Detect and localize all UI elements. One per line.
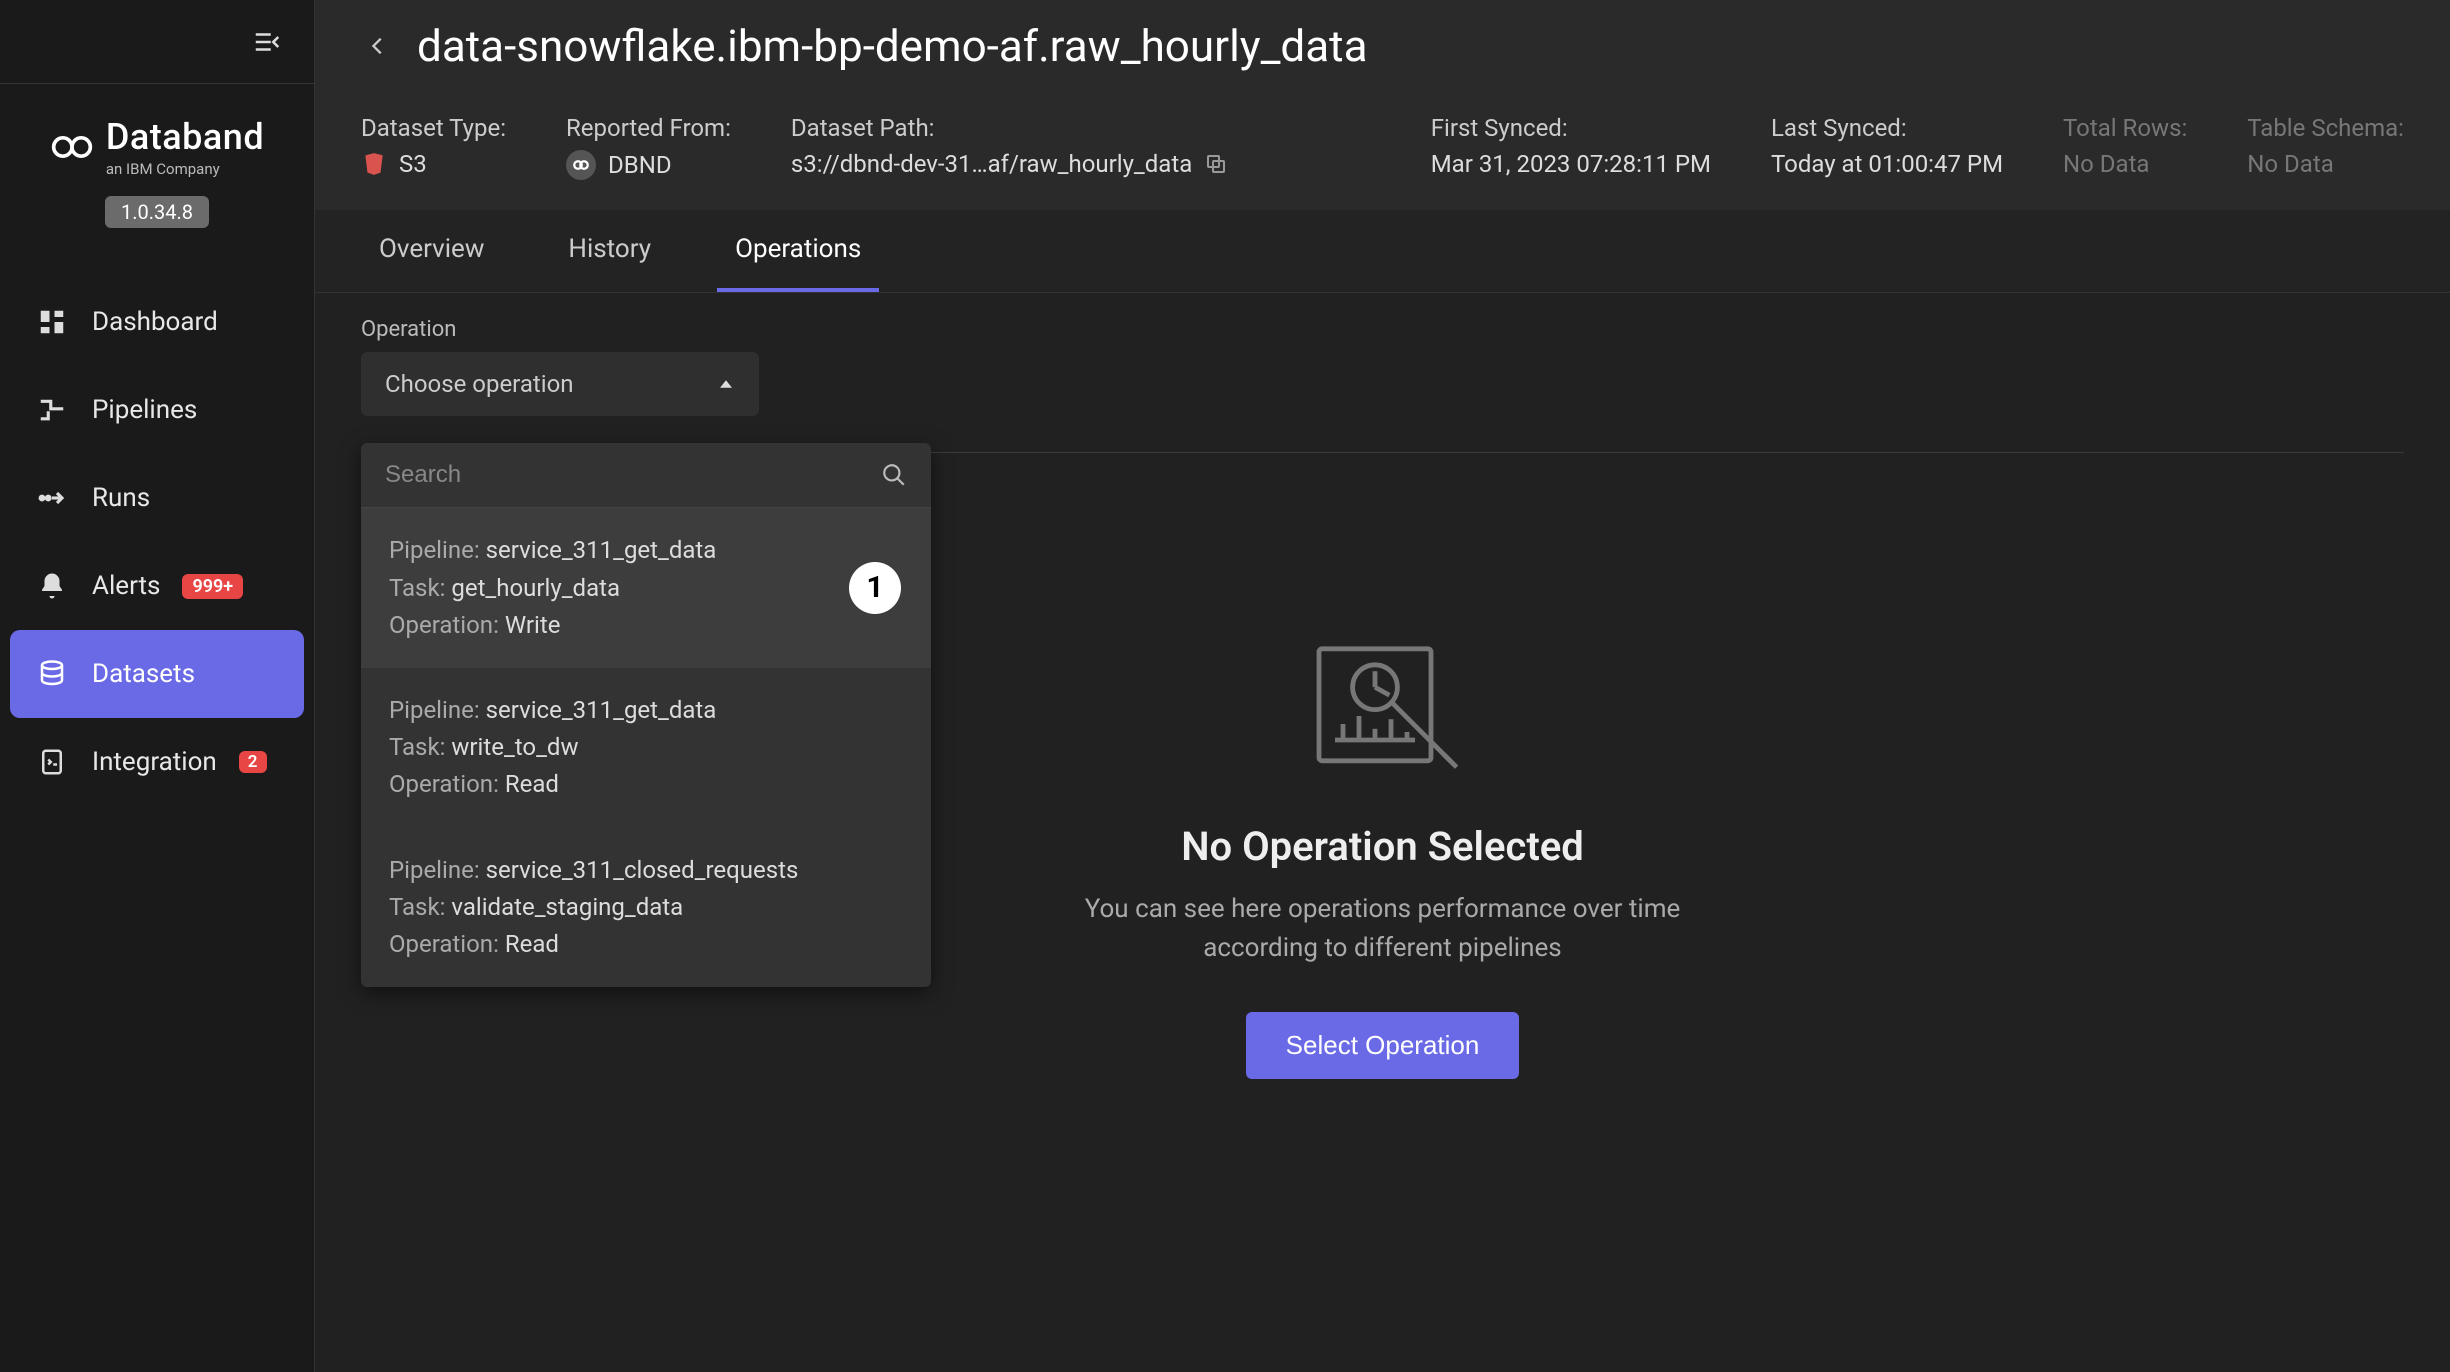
meta-label: Total Rows:	[2063, 112, 2187, 144]
nav: Dashboard Pipelines Runs Alerts 999+	[0, 278, 314, 806]
dd-val: get_hourly_data	[451, 574, 620, 602]
tabs: Overview History Operations	[315, 210, 2450, 293]
sidebar-item-label: Datasets	[92, 659, 195, 689]
meta-label: Reported From:	[566, 112, 731, 144]
sidebar: Databand an IBM Company 1.0.34.8 Dashboa…	[0, 0, 315, 1372]
dd-key: Pipeline:	[389, 856, 480, 884]
search-icon	[881, 462, 907, 488]
tab-history[interactable]: History	[550, 210, 669, 292]
datasets-icon	[34, 656, 70, 692]
page-title: data-snowflake.ibm-bp-demo-af.raw_hourly…	[417, 20, 1368, 72]
meta-label: Dataset Type:	[361, 112, 506, 144]
meta-label: Last Synced:	[1771, 112, 2003, 144]
back-button[interactable]	[361, 29, 395, 63]
meta-value: Mar 31, 2023 07:28:11 PM	[1431, 150, 1711, 178]
dd-val: validate_staging_data	[451, 893, 683, 921]
meta-value: No Data	[2247, 150, 2404, 178]
main: data-snowflake.ibm-bp-demo-af.raw_hourly…	[315, 0, 2450, 1372]
select-operation-button[interactable]: Select Operation	[1246, 1012, 1520, 1079]
content: Operation Choose operation Pipeline: ser…	[315, 293, 2450, 1372]
meta-label: Dataset Path:	[791, 112, 1371, 144]
sidebar-item-label: Dashboard	[92, 307, 218, 337]
meta-value: Today at 01:00:47 PM	[1771, 150, 2003, 178]
meta-label: First Synced:	[1431, 112, 1711, 144]
pipelines-icon	[34, 392, 70, 428]
dd-val: Write	[505, 611, 561, 639]
dropdown-option[interactable]: Pipeline: service_311_get_data Task: wri…	[361, 668, 931, 828]
meta-row: Dataset Type: S3 Reported From: D	[361, 112, 2404, 180]
operation-dropdown: Pipeline: service_311_get_data Task: get…	[361, 443, 931, 987]
sidebar-item-integration[interactable]: Integration 2	[10, 718, 304, 806]
dd-key: Operation:	[389, 611, 499, 639]
dd-key: Operation:	[389, 770, 499, 798]
tab-overview[interactable]: Overview	[361, 210, 502, 292]
sidebar-item-label: Integration	[92, 747, 217, 777]
empty-title: No Operation Selected	[1181, 823, 1584, 870]
tab-operations[interactable]: Operations	[717, 210, 879, 292]
alerts-icon	[34, 568, 70, 604]
dd-val: service_311_get_data	[486, 536, 717, 564]
brand-name: Databand	[106, 116, 264, 158]
meta-value: s3://dbnd-dev-31…af/raw_hourly_data	[791, 150, 1192, 178]
version-chip: 1.0.34.8	[105, 196, 209, 228]
dashboard-icon	[34, 304, 70, 340]
empty-description: You can see here operations performance …	[1063, 890, 1703, 968]
dropdown-option[interactable]: Pipeline: service_311_closed_requests Ta…	[361, 828, 931, 988]
dd-val: service_311_get_data	[486, 696, 717, 724]
meta-first-synced: First Synced: Mar 31, 2023 07:28:11 PM	[1431, 112, 1711, 180]
meta-value: No Data	[2063, 150, 2187, 178]
operation-select-placeholder: Choose operation	[385, 370, 574, 398]
alerts-badge: 999+	[182, 574, 243, 599]
brand-logo-icon	[50, 125, 94, 169]
operation-label: Operation	[361, 317, 2404, 342]
meta-value: S3	[399, 150, 427, 178]
meta-dataset-type: Dataset Type: S3	[361, 112, 506, 180]
meta-total-rows: Total Rows: No Data	[2063, 112, 2187, 180]
dbnd-icon	[566, 150, 596, 180]
s3-icon	[361, 151, 387, 177]
sidebar-item-alerts[interactable]: Alerts 999+	[10, 542, 304, 630]
collapse-sidebar-icon[interactable]	[250, 25, 284, 59]
dd-key: Task:	[389, 574, 445, 602]
integration-badge: 2	[239, 751, 267, 773]
meta-dataset-path: Dataset Path: s3://dbnd-dev-31…af/raw_ho…	[791, 112, 1371, 180]
sidebar-item-datasets[interactable]: Datasets	[10, 630, 304, 718]
dropdown-option[interactable]: Pipeline: service_311_get_data Task: get…	[361, 508, 931, 668]
operation-select[interactable]: Choose operation	[361, 352, 759, 416]
caret-up-icon	[717, 375, 735, 393]
meta-label: Table Schema:	[2247, 112, 2404, 144]
sidebar-item-runs[interactable]: Runs	[10, 454, 304, 542]
dd-val: Read	[505, 930, 559, 958]
dd-key: Pipeline:	[389, 536, 480, 564]
callout-badge: 1	[849, 562, 901, 614]
sidebar-item-label: Alerts	[92, 571, 160, 601]
sidebar-item-label: Runs	[92, 483, 150, 513]
runs-icon	[34, 480, 70, 516]
dropdown-search	[361, 443, 931, 508]
dd-val: service_311_closed_requests	[486, 856, 799, 884]
meta-reported-from: Reported From: DBND	[566, 112, 731, 180]
dd-key: Operation:	[389, 930, 499, 958]
integration-icon	[34, 744, 70, 780]
meta-last-synced: Last Synced: Today at 01:00:47 PM	[1771, 112, 2003, 180]
meta-value: DBND	[608, 151, 672, 179]
dd-val: write_to_dw	[451, 733, 578, 761]
brand-subtitle: an IBM Company	[106, 160, 220, 178]
sidebar-item-dashboard[interactable]: Dashboard	[10, 278, 304, 366]
header: data-snowflake.ibm-bp-demo-af.raw_hourly…	[315, 0, 2450, 210]
brand-block: Databand an IBM Company 1.0.34.8	[0, 84, 314, 248]
dd-key: Task:	[389, 733, 445, 761]
copy-icon[interactable]	[1204, 152, 1228, 176]
sidebar-item-label: Pipelines	[92, 395, 197, 425]
dd-val: Read	[505, 770, 559, 798]
dd-key: Task:	[389, 893, 445, 921]
dd-key: Pipeline:	[389, 696, 480, 724]
empty-state-icon	[1303, 633, 1463, 783]
sidebar-item-pipelines[interactable]: Pipelines	[10, 366, 304, 454]
sidebar-top	[0, 0, 314, 84]
meta-table-schema: Table Schema: No Data	[2247, 112, 2404, 180]
search-input[interactable]	[385, 461, 869, 489]
